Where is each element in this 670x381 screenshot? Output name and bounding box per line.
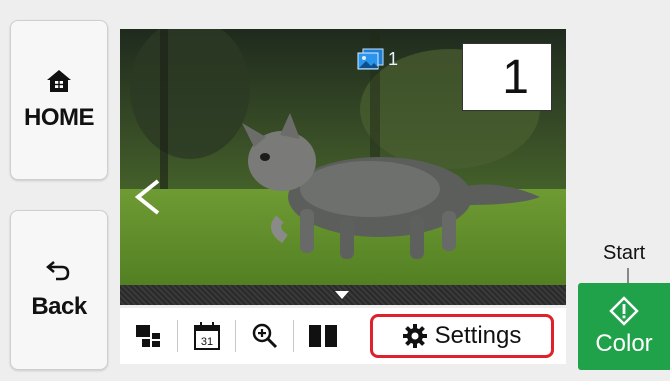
layout-view-button[interactable] bbox=[120, 308, 178, 364]
calendar-icon: 31 bbox=[194, 322, 220, 350]
home-icon bbox=[47, 70, 71, 92]
image-strip-handle[interactable] bbox=[120, 285, 566, 305]
copy-count-value: 1 bbox=[388, 48, 399, 69]
color-start-button[interactable]: Color bbox=[578, 283, 670, 370]
photo-preview[interactable]: 1 1 bbox=[120, 29, 566, 305]
two-page-icon bbox=[309, 325, 337, 347]
expand-down-icon bbox=[335, 291, 349, 299]
calendar-day: 31 bbox=[201, 336, 213, 348]
zoom-button[interactable] bbox=[236, 308, 294, 364]
zoom-in-icon bbox=[252, 323, 278, 349]
copy-count: 1 bbox=[356, 47, 398, 71]
home-label: HOME bbox=[24, 104, 95, 131]
color-label: Color bbox=[595, 329, 653, 357]
back-label: Back bbox=[31, 293, 87, 320]
page-number: 1 bbox=[462, 43, 552, 111]
gear-icon bbox=[402, 324, 427, 348]
two-page-view-button[interactable] bbox=[294, 308, 352, 364]
home-button[interactable]: HOME bbox=[10, 20, 108, 180]
settings-button[interactable]: Settings bbox=[370, 314, 554, 358]
back-icon bbox=[46, 261, 70, 281]
calendar-button[interactable]: 31 bbox=[178, 308, 236, 364]
start-indicator-line bbox=[627, 268, 629, 284]
start-diamond-icon bbox=[609, 295, 639, 326]
copies-icon bbox=[357, 48, 384, 70]
start-label: Start bbox=[603, 242, 646, 264]
multi-view-icon bbox=[136, 325, 160, 347]
settings-label: Settings bbox=[434, 322, 522, 349]
previous-arrow-icon[interactable] bbox=[130, 177, 164, 217]
back-button[interactable]: Back bbox=[10, 210, 108, 370]
bottom-toolbar: 31 Settings bbox=[120, 308, 566, 364]
